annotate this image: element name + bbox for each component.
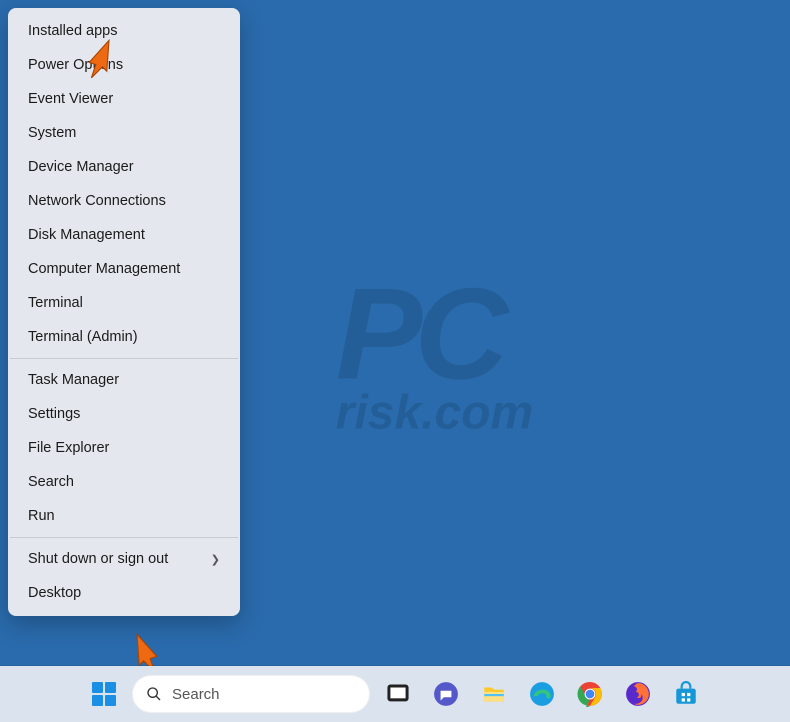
menu-label: Network Connections [28,193,166,209]
chrome-button[interactable] [570,674,610,714]
edge-icon [529,681,555,707]
menu-label: File Explorer [28,440,109,456]
search-placeholder: Search [172,686,220,703]
menu-item-terminal-admin[interactable]: Terminal (Admin) [8,320,240,354]
firefox-icon [625,681,651,707]
menu-separator [10,537,238,538]
task-view-icon [385,681,411,707]
menu-item-run[interactable]: Run [8,499,240,533]
menu-item-shutdown[interactable]: Shut down or sign out ❯ [8,542,240,576]
firefox-button[interactable] [618,674,658,714]
menu-item-installed-apps[interactable]: Installed apps [8,14,240,48]
menu-label: System [28,125,76,141]
store-icon [673,681,699,707]
windows-logo-icon [92,682,116,706]
file-explorer-icon [481,681,507,707]
menu-label: Disk Management [28,227,145,243]
menu-label: Run [28,508,55,524]
menu-item-search[interactable]: Search [8,465,240,499]
menu-label: Shut down or sign out [28,551,168,567]
menu-label: Computer Management [28,261,180,277]
menu-item-file-explorer[interactable]: File Explorer [8,431,240,465]
menu-label: Task Manager [28,372,119,388]
menu-item-terminal[interactable]: Terminal [8,286,240,320]
menu-label: Device Manager [28,159,134,175]
menu-item-event-viewer[interactable]: Event Viewer [8,82,240,116]
menu-item-power-options[interactable]: Power Options [8,48,240,82]
menu-label: Terminal [28,295,83,311]
menu-label: Power Options [28,57,123,73]
search-icon [146,686,162,702]
watermark-text: risk.com [336,387,533,440]
menu-label: Event Viewer [28,91,113,107]
chat-button[interactable] [426,674,466,714]
menu-label: Terminal (Admin) [28,329,138,345]
taskbar-search[interactable]: Search [132,675,370,713]
menu-item-settings[interactable]: Settings [8,397,240,431]
menu-label: Installed apps [28,23,117,39]
menu-label: Search [28,474,74,490]
file-explorer-button[interactable] [474,674,514,714]
menu-separator [10,358,238,359]
menu-item-computer-management[interactable]: Computer Management [8,252,240,286]
menu-label: Desktop [28,585,81,601]
watermark: PC risk.com [336,282,533,441]
watermark-logo: PC [336,282,533,386]
store-button[interactable] [666,674,706,714]
start-button[interactable] [84,674,124,714]
menu-item-disk-management[interactable]: Disk Management [8,218,240,252]
task-view-button[interactable] [378,674,418,714]
edge-button[interactable] [522,674,562,714]
menu-item-task-manager[interactable]: Task Manager [8,363,240,397]
winx-context-menu: Installed apps Power Options Event Viewe… [8,8,240,616]
chrome-icon [577,681,603,707]
chat-icon [433,681,459,707]
menu-label: Settings [28,406,80,422]
menu-item-device-manager[interactable]: Device Manager [8,150,240,184]
chevron-right-icon: ❯ [211,553,220,566]
menu-item-network-connections[interactable]: Network Connections [8,184,240,218]
menu-item-system[interactable]: System [8,116,240,150]
taskbar: Search [0,666,790,722]
menu-item-desktop[interactable]: Desktop [8,576,240,610]
